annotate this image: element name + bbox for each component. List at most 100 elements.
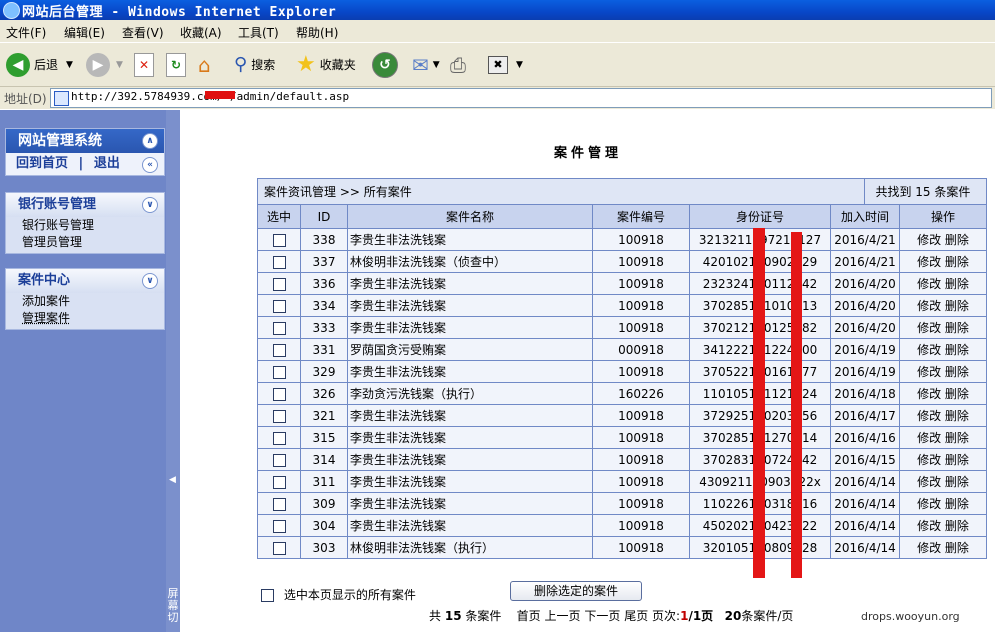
row-edit-link[interactable]: 修改 — [917, 541, 941, 555]
row-case-code: 100918 — [592, 228, 690, 251]
row-edit-link[interactable]: 修改 — [917, 321, 941, 335]
row-edit-link[interactable]: 修改 — [917, 343, 941, 357]
row-delete-link[interactable]: 删除 — [945, 497, 969, 511]
row-checkbox[interactable] — [272, 475, 286, 489]
row-select-cell — [257, 338, 301, 361]
sidebar-collapse-bar[interactable]: ◀ 屏幕切 — [166, 110, 180, 632]
row-checkbox[interactable] — [272, 365, 286, 379]
row-edit-link[interactable]: 修改 — [917, 255, 941, 269]
row-checkbox[interactable] — [272, 541, 286, 555]
collapse-system-icon[interactable]: ∧ — [142, 133, 158, 149]
mail-dropdown-icon[interactable]: ▼ — [433, 60, 440, 70]
address-input[interactable]: http://392.5784939.com/ /admin/default.a… — [50, 88, 992, 108]
row-checkbox[interactable] — [272, 409, 286, 423]
menu-file[interactable]: 文件(F) — [6, 24, 46, 41]
favorites-button[interactable]: ★ 收藏夹 — [296, 43, 356, 86]
row-delete-link[interactable]: 删除 — [945, 299, 969, 313]
row-checkbox[interactable] — [272, 233, 286, 247]
row-case-name: 李贵生非法洗钱案 — [347, 426, 593, 449]
collapse-sidebar-icon[interactable]: « — [142, 157, 158, 173]
row-edit-link[interactable]: 修改 — [917, 233, 941, 247]
row-delete-link[interactable]: 删除 — [945, 321, 969, 335]
row-checkbox[interactable] — [272, 321, 286, 335]
forward-arrow-icon: ▶ — [86, 52, 110, 77]
home-button[interactable]: ⌂ — [198, 43, 220, 86]
row-delete-link[interactable]: 删除 — [945, 431, 969, 445]
sidebar-item-admin[interactable]: 管理员管理 — [6, 234, 164, 251]
sidebar-item-manage-case[interactable]: 管理案件 — [6, 310, 164, 327]
home-link[interactable]: 回到首页 — [16, 156, 68, 171]
back-dropdown-icon[interactable]: ▼ — [66, 60, 73, 70]
forward-dropdown-icon[interactable]: ▼ — [116, 60, 123, 70]
pager-last[interactable]: 尾页 — [624, 609, 648, 623]
row-checkbox[interactable] — [272, 343, 286, 357]
row-edit-link[interactable]: 修改 — [917, 277, 941, 291]
menu-view[interactable]: 查看(V) — [122, 24, 164, 41]
row-delete-link[interactable]: 删除 — [945, 387, 969, 401]
stop-button[interactable]: ✕ — [134, 43, 154, 86]
row-edit-link[interactable]: 修改 — [917, 409, 941, 423]
menu-help[interactable]: 帮助(H) — [296, 24, 338, 41]
sidebar-item-add-case[interactable]: 添加案件 — [6, 293, 164, 310]
row-checkbox[interactable] — [272, 431, 286, 445]
row-checkbox[interactable] — [272, 277, 286, 291]
row-checkbox[interactable] — [272, 497, 286, 511]
back-button[interactable]: ◀ 后退 ▼ — [6, 43, 73, 86]
row-delete-link[interactable]: 删除 — [945, 519, 969, 533]
pager-per-page-suffix: 条案件/页 — [741, 609, 794, 623]
row-edit-link[interactable]: 修改 — [917, 431, 941, 445]
case-section-toggle-icon[interactable]: ∨ — [142, 273, 158, 289]
print-button[interactable]: ⎙ — [450, 43, 466, 86]
row-checkbox[interactable] — [272, 519, 286, 533]
row-date: 2016/4/14 — [830, 536, 900, 559]
row-edit-link[interactable]: 修改 — [917, 453, 941, 467]
row-edit-link[interactable]: 修改 — [917, 475, 941, 489]
menu-favorites[interactable]: 收藏(A) — [180, 24, 222, 41]
row-select-cell — [257, 316, 301, 339]
row-checkbox[interactable] — [272, 387, 286, 401]
mail-button[interactable]: ✉ ▼ — [412, 43, 440, 86]
sidebar-item-bank-account[interactable]: 银行账号管理 — [6, 217, 164, 234]
row-delete-link[interactable]: 删除 — [945, 343, 969, 357]
col-idcard: 身份证号 — [689, 204, 831, 229]
row-delete-link[interactable]: 删除 — [945, 541, 969, 555]
row-delete-link[interactable]: 删除 — [945, 233, 969, 247]
pager-first[interactable]: 首页 — [517, 609, 541, 623]
case-section-header[interactable]: 案件中心 ∨ — [6, 269, 164, 293]
row-checkbox[interactable] — [272, 453, 286, 467]
pager-prev[interactable]: 上一页 — [545, 609, 581, 623]
edit-dropdown-icon[interactable]: ▼ — [516, 60, 523, 70]
search-button[interactable]: ⚲ 搜索 — [234, 43, 275, 86]
row-delete-link[interactable]: 删除 — [945, 409, 969, 423]
bank-section-header[interactable]: 银行账号管理 ∨ — [6, 193, 164, 217]
row-delete-link[interactable]: 删除 — [945, 475, 969, 489]
select-all-checkbox[interactable] — [261, 589, 274, 602]
row-edit-link[interactable]: 修改 — [917, 365, 941, 379]
row-case-code: 100918 — [592, 514, 690, 537]
row-delete-link[interactable]: 删除 — [945, 365, 969, 379]
table-row: 331罗荫国贪污受贿案0009183412221912243002016/4/1… — [257, 338, 987, 361]
logout-link[interactable]: 退出 — [94, 156, 120, 171]
edit-page-button[interactable]: ✖ ▼ — [488, 43, 523, 86]
ie-logo-icon — [3, 2, 20, 19]
row-delete-link[interactable]: 删除 — [945, 255, 969, 269]
row-delete-link[interactable]: 删除 — [945, 277, 969, 291]
pager-next[interactable]: 下一页 — [584, 609, 620, 623]
row-checkbox[interactable] — [272, 255, 286, 269]
row-checkbox[interactable] — [272, 299, 286, 313]
history-button[interactable]: ↺ — [372, 43, 398, 86]
row-edit-link[interactable]: 修改 — [917, 497, 941, 511]
delete-selected-button[interactable]: 删除选定的案件 — [510, 581, 642, 601]
row-edit-link[interactable]: 修改 — [917, 299, 941, 313]
row-edit-link[interactable]: 修改 — [917, 387, 941, 401]
row-id: 326 — [300, 382, 348, 405]
bank-section-toggle-icon[interactable]: ∨ — [142, 197, 158, 213]
row-delete-link[interactable]: 删除 — [945, 453, 969, 467]
row-case-code: 100918 — [592, 470, 690, 493]
refresh-button[interactable]: ↻ — [166, 43, 186, 86]
menu-edit[interactable]: 编辑(E) — [64, 24, 105, 41]
row-edit-link[interactable]: 修改 — [917, 519, 941, 533]
collapse-text: 屏幕切 — [167, 587, 179, 624]
forward-button[interactable]: ▶ ▼ — [86, 43, 123, 86]
menu-tools[interactable]: 工具(T) — [238, 24, 279, 41]
